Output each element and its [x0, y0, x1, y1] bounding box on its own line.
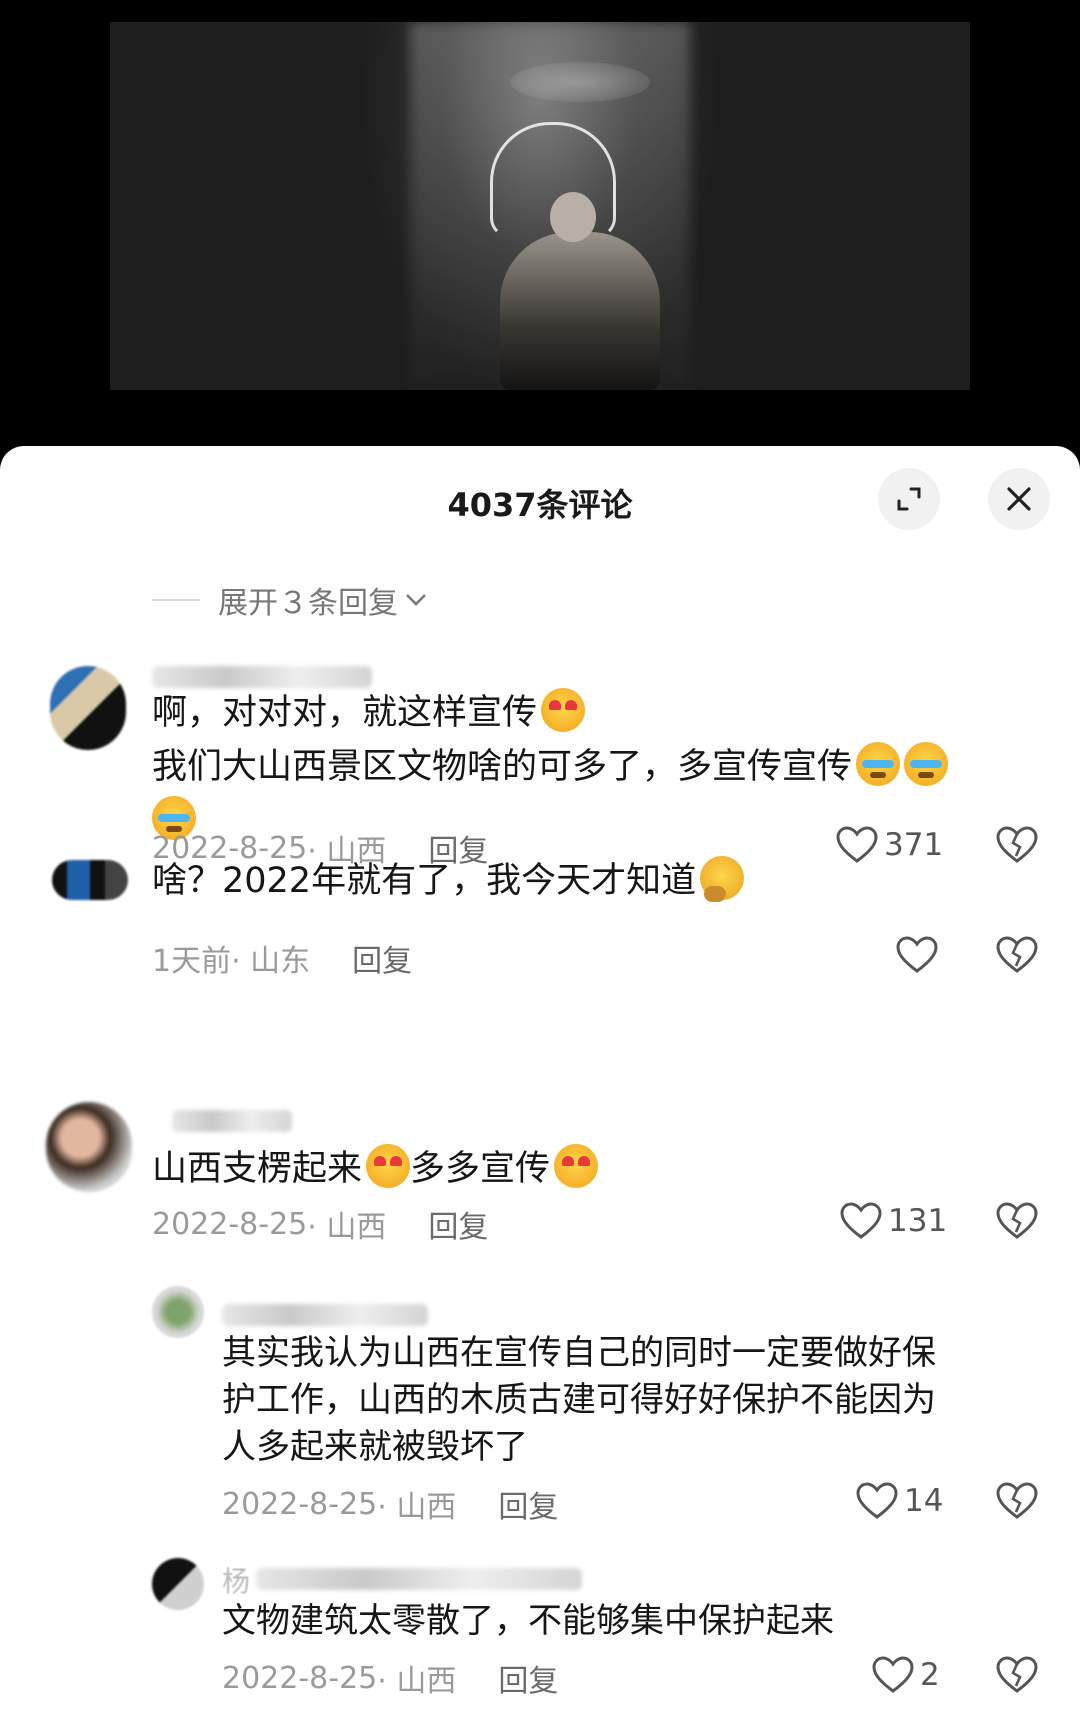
reply-button[interactable]: 回复 [498, 1482, 558, 1526]
comment-line: 文物建筑太零散了，不能够集中保护起来 [222, 1601, 834, 1641]
crying-emoji [904, 742, 949, 786]
like-button[interactable]: 131 [840, 1202, 947, 1240]
avatar[interactable] [52, 860, 128, 900]
like-count: 131 [888, 1203, 948, 1239]
like-button[interactable] [896, 936, 938, 974]
figure-head [550, 192, 596, 242]
avatar[interactable] [152, 1558, 204, 1610]
broken-heart-icon [996, 1482, 1038, 1519]
like-count: 14 [904, 1483, 944, 1519]
username-blurred[interactable] [256, 1568, 582, 1590]
avatar[interactable] [152, 1286, 204, 1338]
heart-outline-icon [872, 1656, 914, 1693]
reply-button[interactable]: 回复 [352, 936, 412, 980]
close-icon [1007, 487, 1031, 511]
comment-meta: 2022-8-25 · 山西 回复 [222, 1656, 558, 1700]
expand-replies-button[interactable]: 展开３条回复 [152, 578, 428, 622]
comment-date: 2022-8-25 [152, 1206, 308, 1242]
comment-meta: 1天前 · 山东 回复 [152, 936, 412, 980]
comment-location: · 山东 [231, 944, 311, 979]
comment-line: 啊，对对对，就这样宣传 [152, 693, 538, 733]
dislike-button[interactable] [996, 1656, 1038, 1698]
divider-dash [152, 599, 200, 601]
expand-button[interactable] [878, 468, 940, 530]
broken-heart-icon [996, 1656, 1038, 1693]
avatar[interactable] [46, 1102, 132, 1192]
crying-emoji [856, 742, 901, 786]
comment-text: 其实我认为山西在宣传自己的同时一定要做好保 护工作，山西的木质古建可得好好保护不… [222, 1330, 1042, 1471]
close-button[interactable] [988, 468, 1050, 530]
heart-eyes-emoji [366, 1144, 411, 1188]
comment-text: 啊，对对对，就这样宣传 我们大山西景区文物啥的可多了，多宣传宣传 [152, 686, 1032, 848]
username-blurred[interactable] [172, 1110, 292, 1132]
comment-line: 山西支楞起来 [152, 1149, 363, 1189]
comment-meta: 2022-8-25 · 山西 回复 [152, 1202, 488, 1246]
video-frame[interactable] [110, 22, 970, 390]
video-player[interactable] [0, 0, 1080, 460]
dislike-button[interactable] [996, 1202, 1038, 1244]
like-button[interactable]: 14 [856, 1482, 943, 1520]
dislike-button[interactable] [996, 1482, 1038, 1524]
dislike-button[interactable] [996, 936, 1038, 978]
username-blurred[interactable] [222, 1304, 428, 1326]
comment-line: 我们大山西景区文物啥的可多了，多宣传宣传 [152, 747, 853, 787]
like-count: 2 [920, 1657, 940, 1693]
avatar[interactable] [50, 666, 126, 750]
comment-text: 文物建筑太零散了，不能够集中保护起来 [222, 1594, 1042, 1648]
comment-date: 2022-8-25 [222, 1486, 378, 1522]
comment-line: 啥？2022年就有了，我今天才知道 [152, 861, 697, 901]
comment-location: · 山西 [377, 1490, 457, 1525]
thinking-emoji [700, 856, 745, 902]
reply-button[interactable]: 回复 [428, 1202, 488, 1246]
expand-icon [897, 487, 921, 511]
username-blurred[interactable] [152, 666, 372, 688]
comment-line: 人多起来就被毁坏了 [222, 1427, 528, 1467]
broken-heart-icon [996, 936, 1038, 973]
comment-text: 啥？2022年就有了，我今天才知道 [152, 854, 1032, 908]
comment-location: · 山西 [377, 1664, 457, 1699]
heart-outline-icon [840, 1202, 882, 1239]
like-button[interactable]: 2 [872, 1656, 940, 1694]
comment-line: 多多宣传 [410, 1149, 551, 1189]
comment-location: · 山西 [307, 1210, 387, 1245]
figure-body [500, 232, 660, 390]
heart-eyes-emoji [554, 1144, 599, 1188]
comment-meta: 2022-8-25 · 山西 回复 [222, 1482, 558, 1526]
reply-button[interactable]: 回复 [498, 1656, 558, 1700]
heart-outline-icon [896, 936, 938, 973]
broken-heart-icon [996, 1202, 1038, 1239]
comments-header: 4037条评论 [0, 446, 1080, 552]
expand-replies-label: 展开３条回复 [218, 586, 398, 621]
comments-sheet: 4037条评论 展开３条回复 啊，对对对，就这样宣传 我们大山西景区文物啥的可多… [0, 446, 1080, 1729]
comment-line: 护工作，山西的木质古建可得好好保护不能因为 [222, 1380, 936, 1420]
comment-date: 2022-8-25 [222, 1660, 378, 1696]
comment-date: 1天前 [152, 944, 232, 979]
heart-eyes-emoji [541, 688, 586, 732]
heart-outline-icon [856, 1482, 898, 1519]
comment-text: 山西支楞起来 多多宣传 [152, 1142, 1032, 1196]
ceiling-ornament [510, 62, 650, 102]
chevron-down-icon [406, 594, 426, 606]
comment-line: 其实我认为山西在宣传自己的同时一定要做好保 [222, 1333, 936, 1373]
